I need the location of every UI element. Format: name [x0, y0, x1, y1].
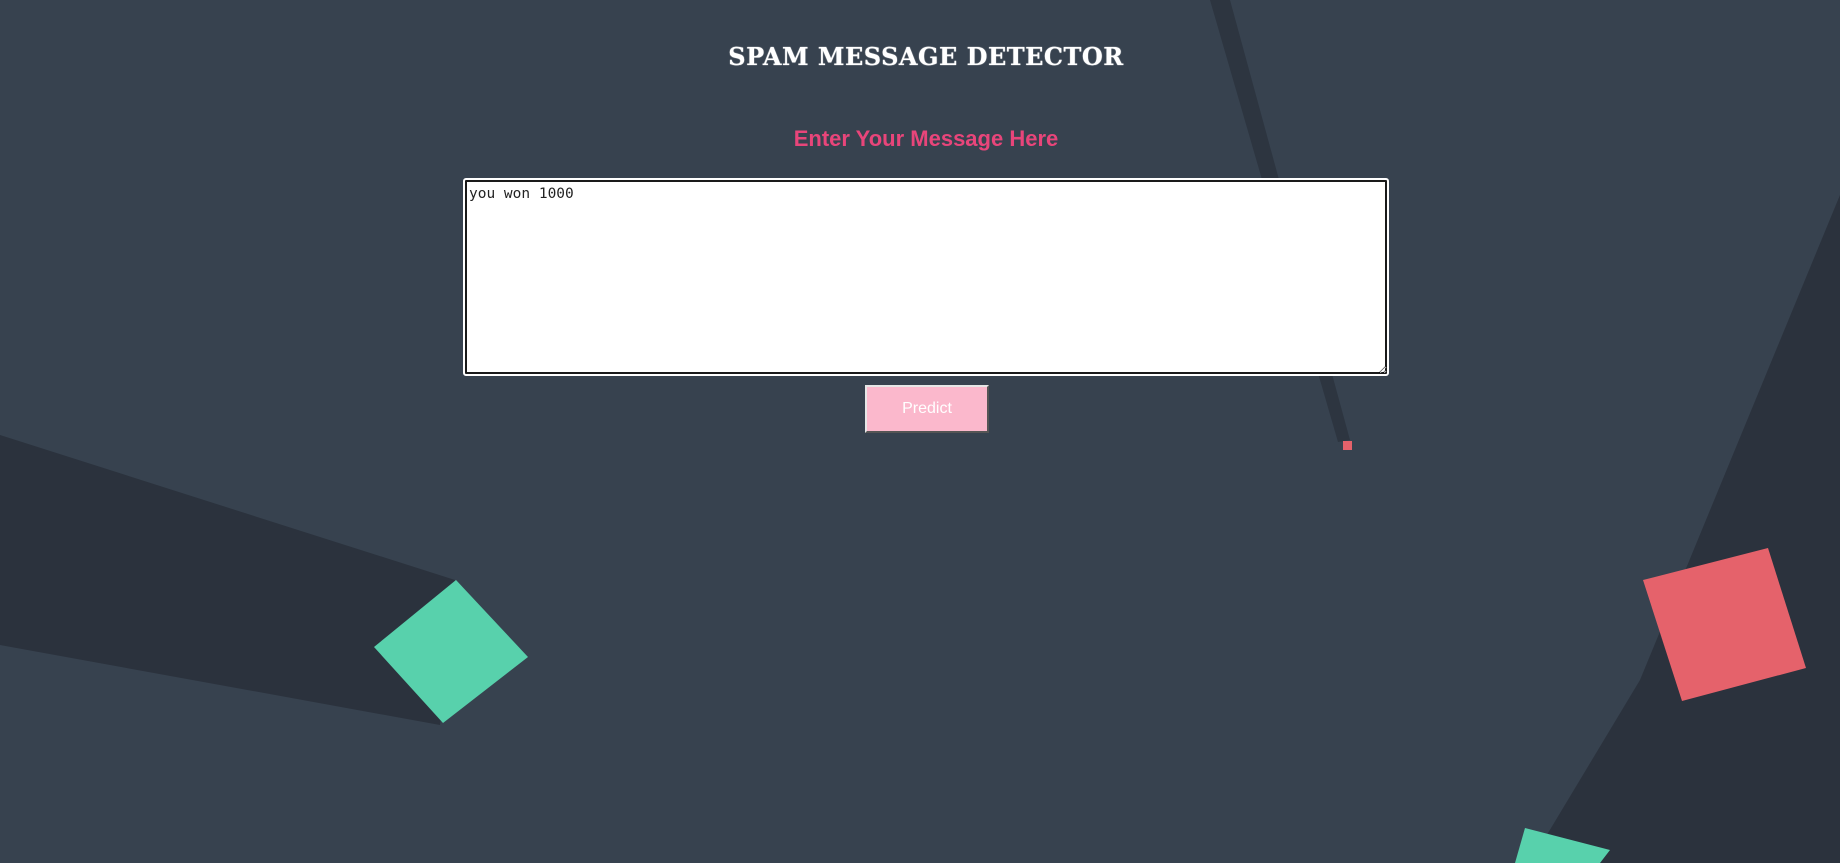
main-content: SPAM MESSAGE DETECTOR Enter Your Message…	[0, 0, 1840, 863]
message-input[interactable]: you won 1000	[463, 178, 1389, 376]
predict-button[interactable]: Predict	[865, 385, 989, 433]
message-prompt-label: Enter Your Message Here	[793, 126, 1059, 151]
page-title: SPAM MESSAGE DETECTOR	[728, 42, 1124, 71]
